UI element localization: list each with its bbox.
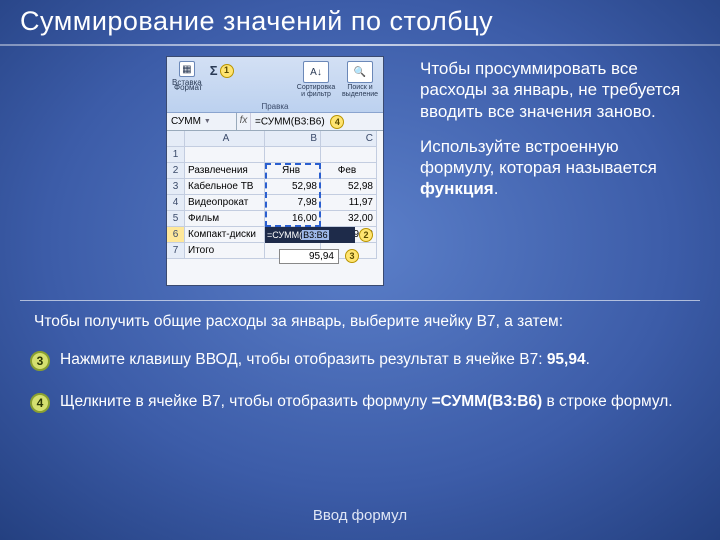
name-box-dropdown-icon: ▼ (204, 118, 211, 125)
cell: 52,98 (321, 179, 377, 195)
cell: Итого (185, 243, 265, 259)
step-text: Нажмите клавишу ВВОД, чтобы отобразить р… (60, 350, 690, 371)
cell: 16,00 (265, 211, 321, 227)
s3-t1: Нажмите клавишу ВВОД, чтобы отобразить р… (60, 351, 547, 368)
table-row: 1 (167, 147, 383, 163)
s4-t2: в строке формул. (542, 393, 672, 410)
marker-3: 3 (345, 249, 359, 263)
sort-icon: A↓ (303, 61, 329, 83)
p2-bold: функция (420, 179, 494, 198)
table-row: 2 Развлечения Янв Фев (167, 163, 383, 179)
col-header: A (185, 131, 265, 147)
format-label: Формат (174, 83, 202, 92)
result-box: 95,94 (279, 249, 339, 264)
table-row: 5 Фильм 16,00 32,00 (167, 211, 383, 227)
formula-bar-text: =СУММ(B3:B6) 4 (251, 113, 383, 130)
format-button: Формат (171, 81, 205, 94)
formula-prefix: =СУММ( (267, 230, 302, 240)
col-header: C (321, 131, 377, 147)
find-icon: 🔍 (347, 61, 373, 83)
name-box: СУММ ▼ (167, 113, 237, 130)
paragraph-1: Чтобы просуммировать все расходы за янва… (420, 58, 692, 122)
right-paragraphs: Чтобы просуммировать все расходы за янва… (420, 58, 692, 214)
title-underline (0, 44, 720, 46)
divider (20, 300, 700, 301)
formula-range: B3:B6 (302, 230, 329, 240)
cell (185, 147, 265, 163)
cell: Компакт-диски (185, 227, 265, 243)
excel-screenshot: ▦ Вставка Σ 1 Формат A↓ Сортировка и фил… (166, 56, 384, 286)
formula-value: =СУММ(B3:B6) (255, 117, 325, 128)
cell: Развлечения (185, 163, 265, 179)
ribbon: ▦ Вставка Σ 1 Формат A↓ Сортировка и фил… (167, 57, 383, 113)
cell: 7,98 (265, 195, 321, 211)
cell: 11,97 (321, 195, 377, 211)
ribbon-caption: Правка (167, 102, 383, 111)
step-number: 3 (30, 351, 50, 371)
s4-t1: Щелкните в ячейке B7, чтобы отобразить ф… (60, 393, 432, 410)
row-header: 4 (167, 195, 185, 211)
p2-part-a: Используйте встроенную формулу, которая … (420, 137, 657, 177)
cell: Янв (265, 163, 321, 179)
s3-t2: . (586, 351, 590, 368)
header-row: A B C (167, 131, 383, 147)
step-number: 4 (30, 393, 50, 413)
cell: Фильм (185, 211, 265, 227)
cell: Кабельное ТВ (185, 179, 265, 195)
cell (265, 147, 321, 163)
find-button: 🔍 Поиск и выделение (339, 59, 381, 100)
cell: 32,00 (321, 211, 377, 227)
table-row: 3 Кабельное ТВ 52,98 52,98 (167, 179, 383, 195)
col-header: B (265, 131, 321, 147)
table-row: 4 Видеопрокат 7,98 11,97 (167, 195, 383, 211)
row-header: 5 (167, 211, 185, 227)
marker-4-fb: 4 (330, 115, 344, 129)
insert-icon: ▦ (179, 61, 195, 77)
corner-cell (167, 131, 185, 147)
cell (321, 147, 377, 163)
row-header: 2 (167, 163, 185, 179)
sort-label: Сортировка и фильтр (297, 84, 335, 98)
slide-title: Суммирование значений по столбцу (20, 6, 700, 37)
active-cell-b7: =СУММ(B3:B6 (265, 227, 355, 243)
row-header: 6 (167, 227, 185, 243)
cell: Видеопрокат (185, 195, 265, 211)
step-3: 3 Нажмите клавишу ВВОД, чтобы отобразить… (30, 350, 690, 371)
marker-2: 2 (359, 228, 373, 242)
footer-text: Ввод формул (0, 507, 720, 524)
fx-icon: fx (237, 113, 251, 130)
formula-bar: СУММ ▼ fx =СУММ(B3:B6) 4 (167, 113, 383, 131)
name-box-value: СУММ (171, 116, 201, 127)
step-text: Щелкните в ячейке B7, чтобы отобразить ф… (60, 392, 690, 413)
s4-bold: =СУММ(B3:B6) (432, 393, 543, 410)
p2-part-c: . (494, 179, 499, 198)
row-header: 7 (167, 243, 185, 259)
find-label: Поиск и выделение (342, 84, 378, 98)
sigma-icon: Σ (210, 63, 218, 78)
s3-bold: 95,94 (547, 351, 586, 368)
cell: Фев (321, 163, 377, 179)
sort-button: A↓ Сортировка и фильтр (295, 59, 337, 100)
row-header: 1 (167, 147, 185, 163)
marker-1: 1 (220, 64, 234, 78)
cell: 52,98 (265, 179, 321, 195)
paragraph-2: Используйте встроенную формулу, которая … (420, 136, 692, 200)
row-header: 3 (167, 179, 185, 195)
intro-paragraph: Чтобы получить общие расходы за январь, … (34, 312, 690, 332)
step-4: 4 Щелкните в ячейке B7, чтобы отобразить… (30, 392, 690, 413)
sigma-button: Σ 1 (207, 59, 237, 80)
